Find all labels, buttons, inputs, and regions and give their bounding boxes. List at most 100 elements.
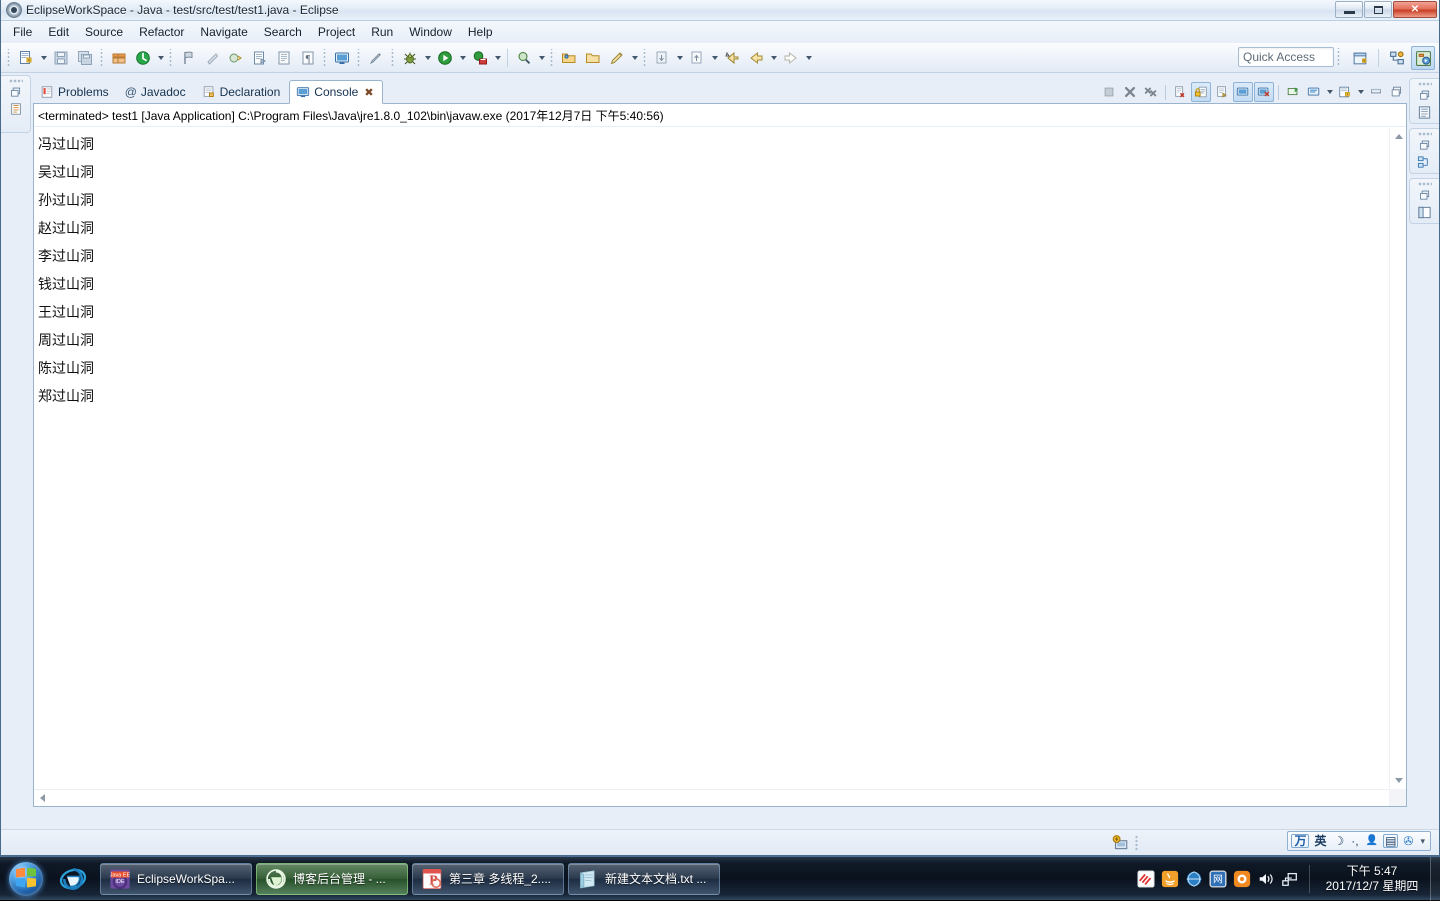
fast-view-grip-2[interactable] [1418,132,1432,136]
quick-access-input[interactable]: Quick Access [1238,47,1334,67]
java-perspective-icon[interactable] [1411,46,1435,70]
open-console-icon[interactable] [1335,82,1355,102]
menu-edit[interactable]: Edit [40,23,77,41]
remove-all-xx-icon[interactable] [1141,82,1161,102]
back-dropdown-arrow[interactable] [768,47,779,69]
menu-refactor[interactable]: Refactor [131,23,192,41]
open-perspective-icon[interactable] [1348,46,1372,70]
new-file-dropdown-arrow[interactable] [38,47,49,69]
debug-dropdown-arrow[interactable] [422,47,433,69]
restore-icon[interactable] [1418,89,1432,102]
minimize-view-icon[interactable] [1366,82,1386,102]
maximize-button[interactable] [1364,1,1392,18]
open-folder-icon[interactable] [558,47,580,69]
breakpoint-skip-icon[interactable] [201,47,223,69]
java-ee-perspective-icon[interactable] [1385,46,1409,70]
display-console-dropdown-arrow[interactable] [1325,82,1334,102]
run-dropdown-arrow[interactable] [457,47,468,69]
console-icon[interactable] [331,47,353,69]
forward-arrow-icon[interactable] [780,47,802,69]
ime-user-icon[interactable]: 👤 [1364,836,1380,846]
previous-annotation-icon[interactable] [686,47,708,69]
tab-problems[interactable]: Problems [33,79,118,103]
status-bar-grip[interactable] [1135,835,1139,851]
show-on-output-icon[interactable] [1233,82,1253,102]
java-class-icon[interactable] [225,47,247,69]
build-dropdown-arrow[interactable] [155,47,166,69]
ime-logo-icon[interactable]: 万 [1291,834,1309,848]
pencil-icon[interactable] [365,47,387,69]
open-console-dropdown-arrow[interactable] [1356,82,1365,102]
menu-window[interactable]: Window [401,23,460,41]
forward-dropdown-arrow[interactable] [803,47,814,69]
package-explorer-icon[interactable] [9,102,23,116]
toolbar-grip-7[interactable] [550,49,554,67]
tray-netease-icon[interactable]: 网 [1209,870,1227,888]
taskbar-item-powerpoint[interactable]: P 第三章 多线程_2.... [412,863,564,895]
heap-status-icon[interactable] [1111,834,1129,852]
toolbar-grip[interactable] [7,49,11,67]
taskbar-item-browser[interactable]: 博客后台管理 - ... [256,863,408,895]
restore-icon[interactable] [1418,139,1432,152]
quick-access-grip[interactable] [1337,48,1341,66]
tray-network-icon[interactable] [1281,870,1299,888]
taskbar-item-eclipse[interactable]: Java EE IDE EclipseWorkSpa... [100,863,252,895]
menu-search[interactable]: Search [256,23,310,41]
menu-source[interactable]: Source [77,23,131,41]
toolbar-grip-4[interactable] [323,49,327,67]
task-list-icon[interactable] [1417,205,1432,220]
restore-icon[interactable] [9,86,23,99]
tray-xunlei-icon[interactable] [1137,870,1155,888]
ime-settings-icon[interactable]: ✇ [1401,835,1415,847]
show-on-error-icon[interactable] [1254,82,1274,102]
clear-console-icon[interactable] [1170,82,1190,102]
ime-soft-keyboard-icon[interactable]: ▤ [1383,834,1398,848]
maximize-view-icon[interactable] [1387,82,1407,102]
folder-icon[interactable] [582,47,604,69]
toolbar-grip-3[interactable] [169,49,173,67]
search-dropdown-arrow[interactable] [536,47,547,69]
menu-navigate[interactable]: Navigate [192,23,255,41]
external-tools-icon[interactable] [469,47,491,69]
marker-icon[interactable] [177,47,199,69]
taskbar-item-notepad[interactable]: 新建文本文档.txt ... [568,863,720,895]
menu-run[interactable]: Run [363,23,401,41]
java-interface-icon[interactable] [249,47,271,69]
build-icon[interactable] [132,47,154,69]
save-all-icon[interactable] [74,47,96,69]
fast-view-grip-3[interactable] [1418,182,1432,186]
ime-mode-english-icon[interactable]: 英 [1312,835,1328,847]
tray-globe-icon[interactable] [1185,870,1203,888]
tray-java-icon[interactable] [1161,870,1179,888]
menu-help[interactable]: Help [460,23,501,41]
menu-project[interactable]: Project [310,23,363,41]
scroll-down-button[interactable] [1390,772,1407,789]
task-icon[interactable]: ¶ [297,47,319,69]
tab-console[interactable]: Console ✖ [289,80,382,104]
ime-moon-icon[interactable]: ☽ [1332,835,1347,847]
next-annotation-dropdown-arrow[interactable] [674,47,685,69]
toolbar-grip-2[interactable] [100,49,104,67]
tab-declaration[interactable]: Declaration [195,79,290,103]
back-arrow-icon[interactable] [745,47,767,69]
tab-javadoc[interactable]: @ Javadoc [118,79,195,103]
toolbar-grip-6[interactable] [391,49,395,67]
tray-shield-icon[interactable] [1233,870,1251,888]
close-button[interactable]: ✕ [1393,1,1437,18]
search-icon[interactable] [513,47,535,69]
internet-explorer-icon[interactable] [56,862,90,896]
tray-volume-icon[interactable] [1257,870,1275,888]
save-icon[interactable] [50,47,72,69]
console-output[interactable]: 冯过山洞 吴过山洞 孙过山洞 赵过山洞 李过山洞 钱过山洞 王过山洞 周过山洞 … [34,128,1389,789]
scroll-up-button[interactable] [1390,128,1407,145]
new-file-icon[interactable] [15,47,37,69]
fast-view-grip-1[interactable] [1418,82,1432,86]
close-icon[interactable]: ✖ [364,86,373,99]
start-button[interactable] [2,859,50,899]
hierarchy-icon[interactable] [1417,155,1432,170]
ime-dropdown-arrow-icon[interactable]: ▾ [1418,837,1427,846]
terminate-stop-icon[interactable] [1099,82,1119,102]
console-vertical-scrollbar[interactable] [1389,128,1406,789]
show-desktop-button[interactable] [1430,857,1440,901]
restore-icon[interactable] [1418,189,1432,202]
